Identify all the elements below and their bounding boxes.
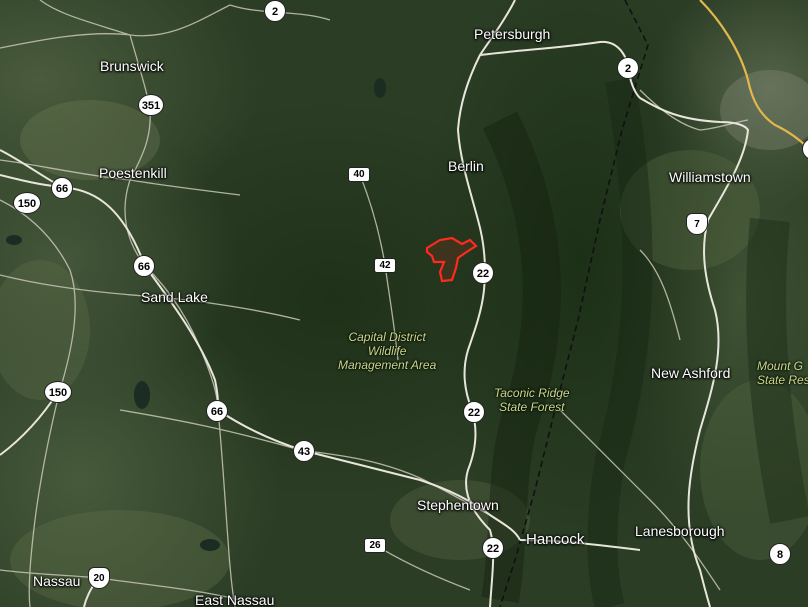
park-taconic-ridge-state-forest: Taconic Ridge State Forest xyxy=(494,386,570,414)
route-66-shield: 66 xyxy=(206,400,228,422)
park-name-line-1: Capital District xyxy=(348,330,426,344)
place-sand-lake: Sand Lake xyxy=(141,289,208,305)
satellite-map[interactable]: Petersburgh Brunswick Poestenkill Berlin… xyxy=(0,0,808,607)
route-66-shield: 66 xyxy=(51,177,73,199)
route-42-shield: 42 xyxy=(374,258,396,273)
place-brunswick: Brunswick xyxy=(100,58,164,74)
route-2-shield: 2 xyxy=(617,57,639,79)
us-route-7-shield: 7 xyxy=(686,213,708,235)
us-route-20-shield: 20 xyxy=(88,567,110,589)
park-name-line-1: Mount G xyxy=(757,359,804,373)
place-new-ashford: New Ashford xyxy=(651,365,731,381)
route-40-shield: 40 xyxy=(348,167,370,182)
route-26-shield: 26 xyxy=(364,538,386,553)
property-parcel-outline[interactable] xyxy=(425,236,478,283)
park-capital-district-wma: Capital District Wildlife Management Are… xyxy=(338,330,436,372)
place-nassau: Nassau xyxy=(33,573,81,589)
route-8-shield: 8 xyxy=(769,543,791,565)
place-stephentown: Stephentown xyxy=(417,497,499,513)
route-22-shield: 22 xyxy=(482,537,504,559)
route-43-shield: 43 xyxy=(293,440,315,462)
place-berlin: Berlin xyxy=(448,158,484,174)
park-name-line-2: Wildlife xyxy=(367,344,407,358)
park-name-line-1: Taconic Ridge xyxy=(494,386,570,400)
route-2-shield: 2 xyxy=(264,0,286,22)
park-mount-greylock: Mount G State Res xyxy=(757,359,808,387)
place-hancock: Hancock xyxy=(526,531,585,548)
place-poestenkill: Poestenkill xyxy=(99,165,167,181)
route-150-shield: 150 xyxy=(44,381,72,403)
place-east-nassau: East Nassau xyxy=(195,592,275,607)
route-351-shield: 351 xyxy=(138,94,164,116)
route-22-shield: 22 xyxy=(463,401,485,423)
place-petersburgh: Petersburgh xyxy=(474,26,551,42)
route-150-shield: 150 xyxy=(13,192,41,214)
place-lanesborough: Lanesborough xyxy=(635,523,725,539)
park-name-line-2: State Forest xyxy=(499,400,565,414)
park-name-line-3: Management Area xyxy=(338,358,437,372)
map-overlay xyxy=(0,0,808,607)
route-22-shield: 22 xyxy=(472,262,494,284)
place-williamstown: Williamstown xyxy=(669,169,751,185)
park-name-line-2: State Res xyxy=(757,373,808,387)
route-66-shield: 66 xyxy=(133,255,155,277)
